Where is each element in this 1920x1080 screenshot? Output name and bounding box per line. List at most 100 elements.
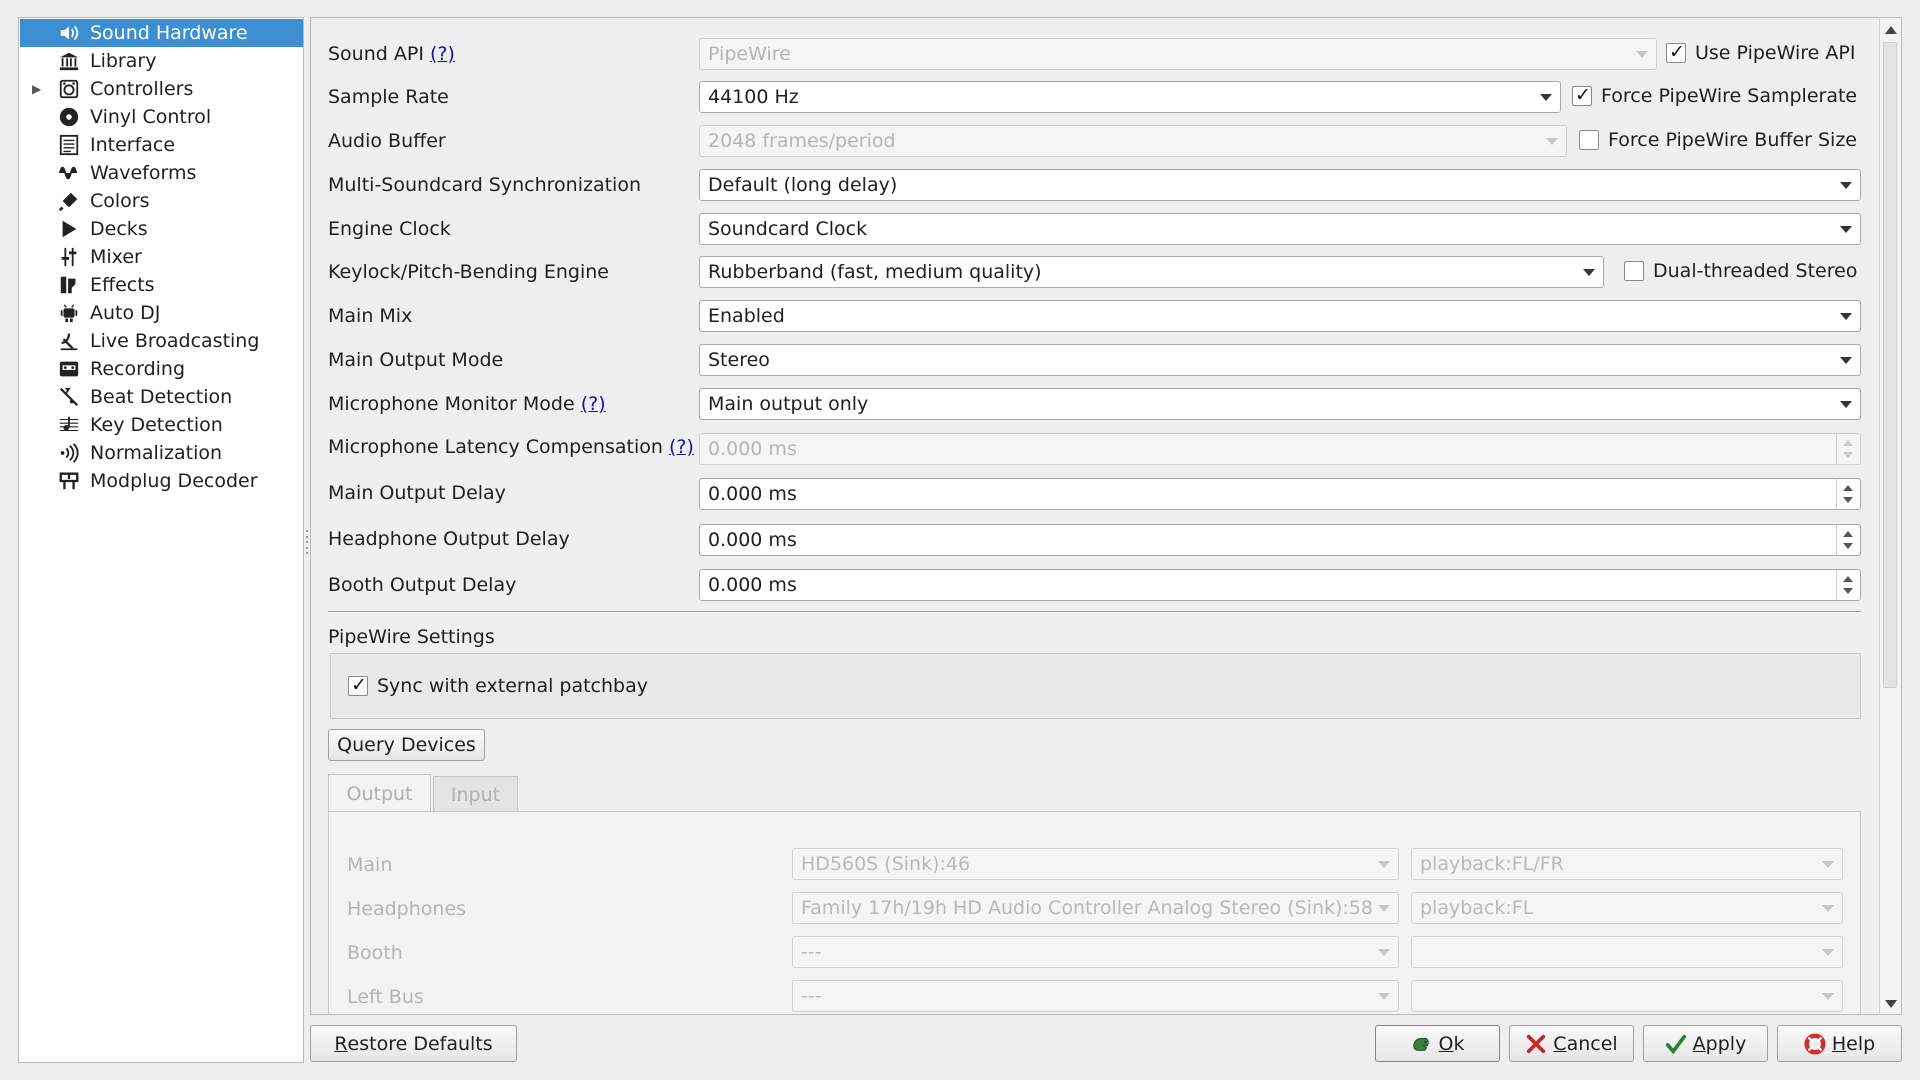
audio-buffer-select[interactable]: 2048 frames/period [699,125,1567,157]
main-output-mode-label: Main Output Mode [328,349,504,371]
vertical-scrollbar[interactable] [1879,18,1901,1014]
button-label: k [1453,1032,1465,1055]
engine-clock-select[interactable]: Soundcard Clock [699,213,1861,245]
spin-down-icon [1843,452,1853,458]
audio-buffer-label: Audio Buffer [328,130,446,152]
sidebar-item-interface[interactable]: Interface [20,131,303,159]
ok-button[interactable]: Ok [1375,1025,1500,1062]
checkbox-label: Force PipeWire Samplerate [1601,85,1858,107]
chevron-down-icon [1540,94,1552,101]
sound-api-label: Sound API (?) [328,43,455,65]
sound-hardware-panel: Sound API (?) PipeWire Use PipeWire API … [310,17,1902,1015]
spin-stepper[interactable] [1836,570,1860,600]
spin-down-icon [1843,543,1853,549]
sample-rate-label: Sample Rate [328,86,449,108]
main-output-mode-select[interactable]: Stereo [699,344,1861,376]
apply-button[interactable]: Apply [1643,1025,1768,1062]
sound-api-help-link[interactable]: (?) [430,43,455,65]
button-label: ancel [1566,1032,1618,1055]
sidebar-item-vinyl-control[interactable]: Vinyl Control [20,103,303,131]
tab-output[interactable]: Output [328,774,431,812]
sidebar-item-effects[interactable]: Effects [20,271,303,299]
dual-threaded-stereo-checkbox[interactable]: Dual-threaded Stereo [1624,260,1857,282]
multi-sync-value: Default (long delay) [708,174,898,196]
headphones-channels-select[interactable]: playback:FL [1411,892,1843,924]
chevron-down-icon [1636,51,1648,58]
multi-sync-select[interactable]: Default (long delay) [699,169,1861,201]
sidebar-item-modplug-decoder[interactable]: Modplug Decoder [20,467,303,495]
query-devices-button[interactable]: Query Devices [328,729,485,761]
sound-api-value: PipeWire [708,43,791,65]
keylock-engine-select[interactable]: Rubberband (fast, medium quality) [699,256,1604,288]
booth-channels-select[interactable] [1411,936,1843,968]
sidebar-item-label: Colors [90,190,150,212]
main-output-channels-select[interactable]: playback:FL/FR [1411,848,1843,880]
mnemonic-letter: O [1438,1032,1454,1055]
sidebar-item-beat-detection[interactable]: Beat Detection [20,383,303,411]
left-bus-channels-select[interactable] [1411,980,1843,1012]
cancel-button[interactable]: Cancel [1509,1025,1634,1062]
spin-up-icon [1843,485,1853,491]
sidebar-item-decks[interactable]: Decks [20,215,303,243]
use-pipewire-api-checkbox[interactable]: Use PipeWire API [1666,41,1855,64]
sidebar-item-label: Effects [90,274,155,296]
spin-stepper[interactable] [1836,525,1860,555]
mic-monitor-mode-value: Main output only [708,393,869,415]
sidebar-item-label: Auto DJ [90,302,161,324]
lifebuoy-icon [1804,1032,1826,1055]
main-output-delay-spinbox[interactable]: 0.000 ms [699,478,1861,510]
force-pipewire-buffer-size-checkbox[interactable]: Force PipeWire Buffer Size [1579,129,1857,151]
sidebar-item-library[interactable]: Library [20,47,303,75]
spin-stepper[interactable] [1836,479,1860,509]
spin-stepper[interactable] [1836,434,1860,464]
checkbox-label: Force PipeWire Buffer Size [1608,129,1857,151]
force-pipewire-samplerate-checkbox[interactable]: Force PipeWire Samplerate [1572,84,1858,107]
main-mix-select[interactable]: Enabled [699,300,1861,332]
expand-arrow-icon[interactable]: ▶ [32,82,42,96]
booth-output-delay-spinbox[interactable]: 0.000 ms [699,569,1861,601]
mnemonic-letter: R [334,1032,348,1055]
checkbox-label: Sync with external patchbay [377,675,648,697]
sidebar-item-waveforms[interactable]: Waveforms [20,159,303,187]
help-button[interactable]: Help [1777,1025,1902,1062]
mic-latency-spinbox[interactable]: 0.000 ms [699,433,1861,465]
chevron-down-icon [1378,905,1390,912]
sidebar-item-sound-hardware[interactable]: Sound Hardware [20,19,303,47]
sync-external-patchbay-checkbox[interactable]: Sync with external patchbay [348,674,648,697]
sidebar-item-colors[interactable]: Colors [20,187,303,215]
sidebar-item-auto-dj[interactable]: Auto DJ [20,299,303,327]
sidebar-item-live-broadcasting[interactable]: Live Broadcasting [20,327,303,355]
mnemonic-letter: H [1831,1032,1847,1055]
sidebar-item-controllers[interactable]: ▶ Controllers [20,75,303,103]
mic-latency-help-link[interactable]: (?) [669,436,694,458]
headphone-output-delay-spinbox[interactable]: 0.000 ms [699,524,1861,556]
normalization-icon [57,441,81,465]
scroll-down-icon[interactable] [1885,1000,1897,1008]
scroll-up-icon[interactable] [1885,26,1897,34]
main-output-device-select[interactable]: HD560S (Sink):46 [792,848,1399,880]
left-bus-device-select[interactable]: --- [792,980,1399,1012]
vinyl-icon [57,105,81,129]
mic-latency-value: 0.000 ms [708,438,797,460]
sample-rate-select[interactable]: 44100 Hz [699,81,1561,113]
sidebar-item-recording[interactable]: Recording [20,355,303,383]
sidebar-item-normalization[interactable]: Normalization [20,439,303,467]
sidebar-item-label: Library [90,50,157,72]
scrollbar-thumb[interactable] [1883,42,1897,688]
restore-defaults-button[interactable]: Restore Defaults [310,1025,517,1062]
sidebar-item-key-detection[interactable]: Key Detection [20,411,303,439]
main-mix-value: Enabled [708,305,785,327]
keylock-engine-value: Rubberband (fast, medium quality) [708,261,1042,283]
separator-line [328,611,1861,613]
headphones-device-select[interactable]: Family 17h/19h HD Audio Controller Analo… [792,892,1399,924]
mic-monitor-mode-select[interactable]: Main output only [699,388,1861,420]
chevron-down-icon [1840,226,1852,233]
tab-input[interactable]: Input [433,776,518,812]
sidebar-item-mixer[interactable]: Mixer [20,243,303,271]
channels-value: playback:FL [1420,897,1534,919]
mic-latency-label: Microphone Latency Compensation (?) [328,436,694,458]
sound-api-select[interactable]: PipeWire [699,38,1657,70]
mic-monitor-help-link[interactable]: (?) [581,393,606,415]
booth-device-select[interactable]: --- [792,936,1399,968]
checkmark-icon [1665,1033,1687,1055]
